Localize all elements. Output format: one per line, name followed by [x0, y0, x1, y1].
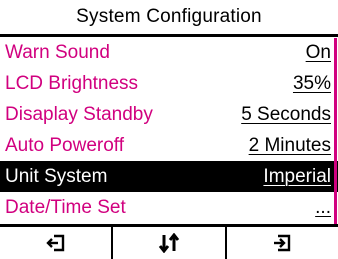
menu-item-value: 5 Seconds — [241, 103, 331, 125]
menu-item-lcd-brightness[interactable]: LCD Brightness 35% — [0, 68, 338, 99]
menu-item-value: 35% — [292, 72, 331, 94]
menu-item-label: Disaplay Standby — [5, 103, 153, 125]
softkey-bar — [0, 227, 338, 259]
enter-right-icon — [272, 234, 292, 252]
menu-item-auto-poweroff[interactable]: Auto Poweroff 2 Minutes — [0, 130, 338, 161]
swap-arrows-icon — [158, 233, 180, 253]
menu-item-value: 2 Minutes — [248, 134, 331, 156]
menu-item-warn-sound[interactable]: Warn Sound On — [0, 37, 338, 68]
exit-left-icon — [45, 234, 66, 252]
back-button[interactable] — [0, 227, 114, 259]
page-title: System Configuration — [76, 6, 262, 27]
menu-item-label: Auto Poweroff — [5, 134, 125, 156]
menu-item-display-standby[interactable]: Disaplay Standby 5 Seconds — [0, 99, 338, 130]
enter-button[interactable] — [227, 227, 338, 259]
scrollbar[interactable] — [334, 38, 337, 224]
settings-menu: Warn Sound On LCD Brightness 35% Disapla… — [0, 37, 338, 224]
menu-item-date-time-set[interactable]: Date/Time Set ... — [0, 192, 338, 223]
menu-item-label: Warn Sound — [5, 41, 110, 63]
menu-item-label: Date/Time Set — [5, 196, 126, 218]
menu-item-label: LCD Brightness — [5, 72, 139, 94]
navigate-button[interactable] — [113, 227, 227, 259]
menu-item-label: Unit System — [5, 165, 108, 187]
menu-item-value: Imperial — [263, 165, 331, 187]
menu-item-unit-system[interactable]: Unit System Imperial — [0, 161, 338, 192]
